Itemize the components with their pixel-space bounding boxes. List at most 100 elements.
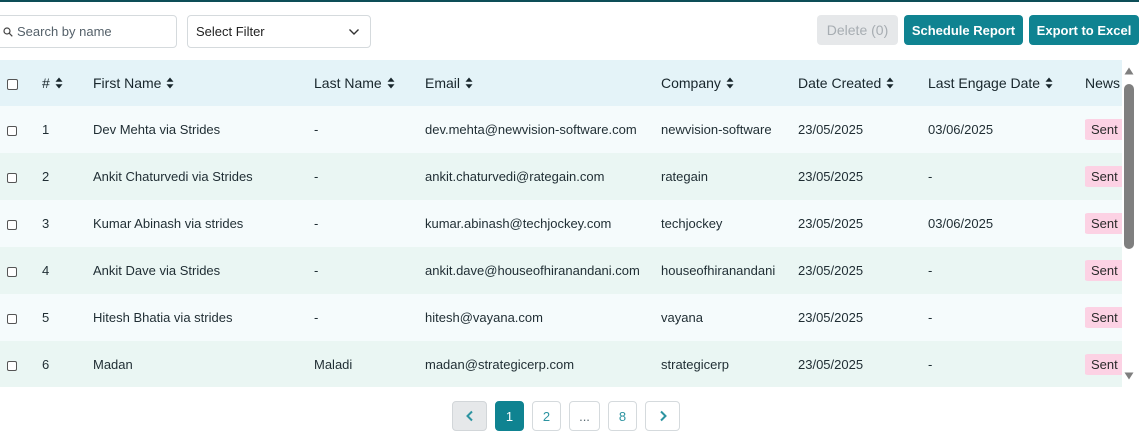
cell-last-name: -: [314, 310, 319, 325]
cell-date-created: 23/05/2025: [798, 357, 864, 372]
status-badge: Sent: [1085, 166, 1122, 187]
delete-button[interactable]: Delete (0): [817, 15, 898, 45]
cell-number: 3: [42, 216, 50, 231]
pagination: 1 2 ... 8: [452, 401, 680, 431]
table-row[interactable]: 5 Hitesh Bhatia via strides - hitesh@vay…: [0, 294, 1122, 341]
cell-last-engage-date: -: [928, 357, 933, 372]
cell-company: vayana: [661, 310, 703, 325]
column-header-label: Date Created: [798, 75, 882, 91]
status-badge: Sent: [1085, 119, 1122, 140]
row-checkbox[interactable]: [7, 219, 17, 230]
cell-first-name: Dev Mehta via Strides: [93, 122, 221, 137]
cell-first-name: Ankit Chaturvedi via Strides: [93, 169, 253, 184]
column-header-first-name[interactable]: First Name: [93, 60, 314, 106]
sort-icon[interactable]: [166, 77, 174, 89]
pagination-page-1[interactable]: 1: [495, 401, 524, 431]
cell-date-created: 23/05/2025: [798, 216, 864, 231]
column-header-label: First Name: [93, 75, 162, 91]
table-row[interactable]: 6 Madan Maladi madan@strategicerp.com st…: [0, 341, 1122, 387]
cell-number: 4: [42, 263, 50, 278]
column-header-label: News: [1085, 75, 1121, 91]
cell-date-created: 23/05/2025: [798, 310, 864, 325]
cell-date-created: 23/05/2025: [798, 263, 864, 278]
column-header-last-engage-date[interactable]: Last Engage Date: [928, 60, 1085, 106]
column-header-label: Company: [661, 75, 721, 91]
contacts-table: # First Name Last Name Email Company Dat…: [0, 60, 1122, 387]
cell-number: 5: [42, 310, 50, 325]
pagination-page-8[interactable]: 8: [608, 401, 637, 431]
column-header-label: Last Name: [314, 75, 382, 91]
search-input[interactable]: [17, 24, 167, 39]
filter-select-value: Select Filter: [196, 24, 265, 39]
chevron-down-icon: [349, 28, 359, 35]
status-badge: Sent: [1085, 260, 1122, 281]
cell-last-name: -: [314, 216, 319, 231]
cell-last-engage-date: -: [928, 169, 933, 184]
row-checkbox[interactable]: [7, 172, 17, 183]
column-header-date-created[interactable]: Date Created: [798, 60, 928, 106]
cell-last-name: -: [314, 122, 319, 137]
column-header-company[interactable]: Company: [661, 60, 798, 106]
table-row[interactable]: 4 Ankit Dave via Strides - ankit.dave@ho…: [0, 247, 1122, 294]
export-excel-button[interactable]: Export to Excel: [1029, 15, 1139, 45]
row-checkbox[interactable]: [7, 266, 17, 277]
cell-company: houseofhiranandani: [661, 263, 776, 278]
table-header-row: # First Name Last Name Email Company Dat…: [0, 60, 1122, 106]
top-border: [0, 0, 1139, 2]
cell-number: 6: [42, 357, 50, 372]
cell-email: ankit.dave@houseofhiranandani.com: [425, 263, 640, 278]
sort-icon[interactable]: [55, 77, 63, 89]
pagination-prev-button[interactable]: [452, 401, 487, 431]
sort-icon[interactable]: [1045, 77, 1053, 89]
scrollbar-thumb[interactable]: [1124, 84, 1134, 249]
cell-last-engage-date: 03/06/2025: [928, 216, 994, 231]
chevron-left-icon: [465, 410, 473, 422]
scroll-down-arrow-icon[interactable]: [1124, 372, 1134, 380]
cell-number: 1: [42, 122, 50, 137]
row-checkbox[interactable]: [7, 360, 17, 371]
sort-icon[interactable]: [465, 77, 473, 89]
cell-email: hitesh@vayana.com: [425, 310, 543, 325]
table-row[interactable]: 2 Ankit Chaturvedi via Strides - ankit.c…: [0, 153, 1122, 200]
column-header-label: #: [42, 75, 50, 91]
cell-number: 2: [42, 169, 50, 184]
scroll-up-arrow-icon[interactable]: [1124, 67, 1134, 75]
column-header-news[interactable]: News: [1085, 60, 1122, 106]
cell-first-name: Madan: [93, 357, 133, 372]
schedule-report-button[interactable]: Schedule Report: [904, 15, 1023, 45]
cell-email: ankit.chaturvedi@rategain.com: [425, 169, 605, 184]
search-box[interactable]: [0, 15, 177, 48]
table-row[interactable]: 1 Dev Mehta via Strides - dev.mehta@newv…: [0, 106, 1122, 153]
cell-last-name: -: [314, 169, 319, 184]
cell-email: kumar.abinash@techjockey.com: [425, 216, 612, 231]
pagination-next-button[interactable]: [645, 401, 680, 431]
cell-first-name: Ankit Dave via Strides: [93, 263, 221, 278]
table-row[interactable]: 3 Kumar Abinash via strides - kumar.abin…: [0, 200, 1122, 247]
cell-company: rategain: [661, 169, 708, 184]
cell-company: newvision-software: [661, 122, 772, 137]
cell-email: dev.mehta@newvision-software.com: [425, 122, 637, 137]
cell-last-name: -: [314, 263, 319, 278]
row-checkbox[interactable]: [7, 125, 17, 136]
select-all-checkbox[interactable]: [7, 78, 18, 90]
column-header-email[interactable]: Email: [425, 60, 661, 106]
pagination-ellipsis[interactable]: ...: [569, 401, 600, 431]
pagination-page-2[interactable]: 2: [532, 401, 561, 431]
column-header-label: Last Engage Date: [928, 75, 1041, 91]
cell-date-created: 23/05/2025: [798, 122, 864, 137]
sort-icon[interactable]: [886, 77, 894, 89]
sort-icon[interactable]: [726, 77, 734, 89]
status-badge: Sent: [1085, 354, 1122, 375]
column-header-last-name[interactable]: Last Name: [314, 60, 425, 106]
row-checkbox[interactable]: [7, 313, 17, 324]
cell-last-engage-date: -: [928, 310, 933, 325]
cell-last-name: Maladi: [314, 357, 353, 372]
filter-select[interactable]: Select Filter: [187, 15, 371, 48]
column-header-number[interactable]: #: [42, 60, 93, 106]
table-scrollbar[interactable]: [1122, 64, 1136, 384]
column-header-label: Email: [425, 75, 461, 91]
sort-icon[interactable]: [387, 77, 395, 89]
cell-company: strategicerp: [661, 357, 729, 372]
cell-first-name: Hitesh Bhatia via strides: [93, 310, 233, 325]
cell-last-engage-date: 03/06/2025: [928, 122, 994, 137]
